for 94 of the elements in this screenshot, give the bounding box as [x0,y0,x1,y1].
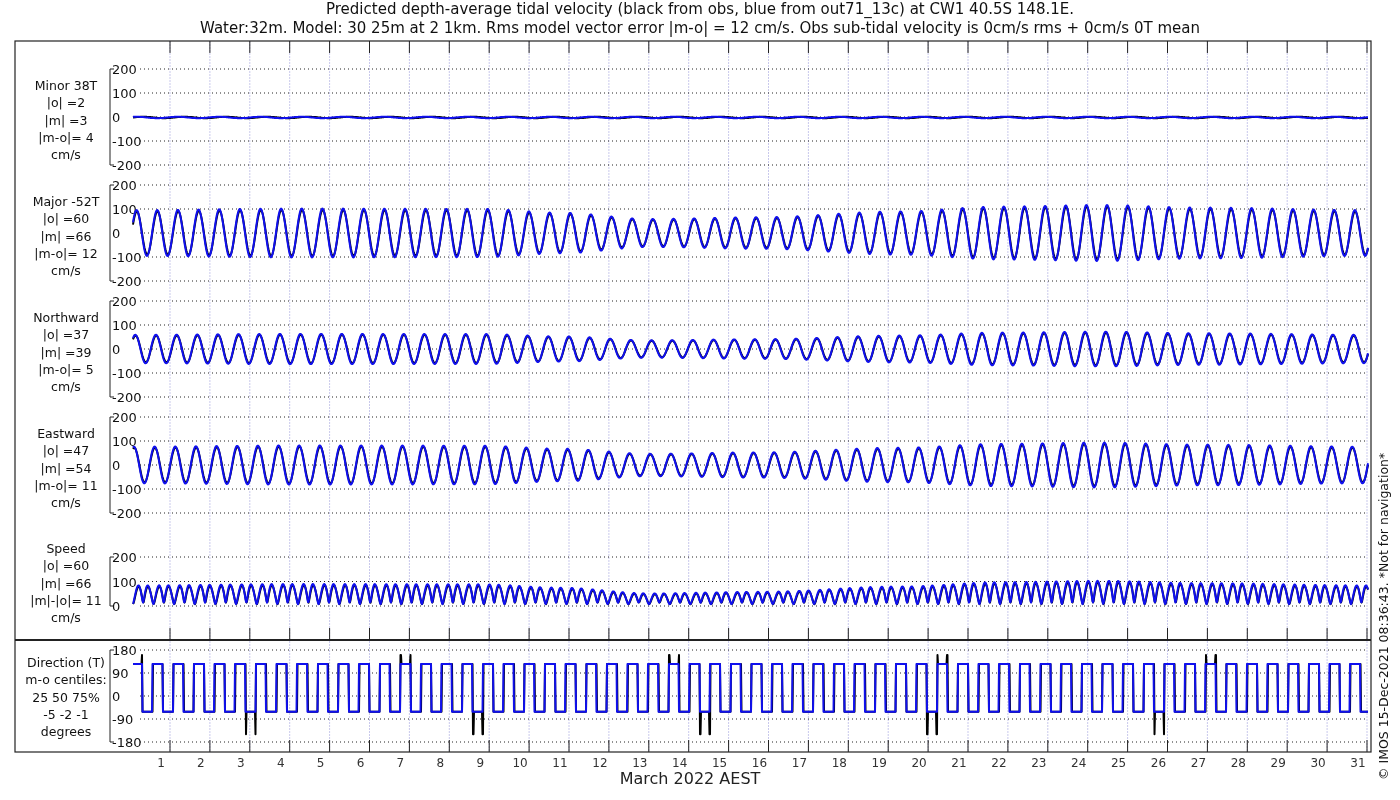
panel-stat: |m| =3 [44,112,88,128]
axis-tick-label: 3 [237,756,245,770]
axis-tick-label: -200 [112,506,142,521]
axis-tick-label: 200 [112,178,137,193]
y-axis [109,556,115,607]
panel-stat: -5 -2 -1 [43,706,89,722]
axis-tick-label: 100 [112,318,137,333]
panel-title: Minor 38T [34,78,98,93]
panel-stat: cm/s [51,263,81,279]
axis-tick-label: 30 [1310,756,1326,770]
axis-tick-label: 100 [112,202,137,217]
axis-tick-label: 13 [632,756,648,770]
axis-tick-label: 90 [112,666,129,681]
axis-tick-label: 14 [672,756,688,770]
panel-stat: cm/s [51,610,81,626]
axis-tick-label: 17 [791,756,808,770]
axis-tick-label: 6 [356,756,365,770]
axis-tick-label: 19 [871,756,887,770]
axis-tick-label: -100 [112,366,142,381]
axis-tick-label: 8 [436,756,445,770]
axis-tick-label: 5 [316,756,325,770]
axis-tick-label: 22 [991,756,1007,770]
axis-tick-label: 0 [112,110,121,125]
axis-tick-label: 29 [1270,756,1286,770]
axis-tick-label: 15 [711,756,728,770]
panel-stat: |m-o|= 12 [34,245,98,261]
panel-stat: cm/s [51,495,81,511]
panel-stat: |m| =66 [40,228,92,244]
axis-tick-label: 12 [592,756,608,770]
panel-stat: |o| =60 [42,211,90,227]
axis-tick-label: 25 [1110,756,1127,770]
panel-stat: m-o centiles: [25,672,107,688]
axis-tick-label: 4 [276,756,285,770]
copyright-note: © IMOS 15-Dec-2021 08:36:43. *Not for navigation* [1376,452,1391,780]
axis-tick-label: -90 [112,712,134,727]
panel-stat: degrees [40,724,92,740]
axis-tick-label: 27 [1190,756,1207,770]
panel-stat: |m| =66 [40,575,92,591]
panel-title: Major -52T [32,194,100,209]
axis-tick-label: 2 [197,756,205,770]
axis-tick-label: 26 [1150,756,1167,770]
panel-stat: |m-o|= 5 [38,361,94,377]
axis-tick-label: -100 [112,482,142,497]
axis-tick-label: 180 [112,643,137,658]
panel-title: Speed [46,541,86,556]
axis-tick-label: 20 [911,756,927,770]
axis-tick-label: 18 [831,756,847,770]
axis-tick-label: 1 [157,756,165,770]
axis-tick-label: 21 [951,756,967,770]
panel-stat: cm/s [51,147,81,163]
axis-tick-label: 200 [112,294,137,309]
axis-tick-label: 24 [1071,756,1087,770]
panel-title: Eastward [37,426,95,441]
axis-tick-label: 0 [112,458,121,473]
axis-tick-label: 16 [751,756,768,770]
axis-tick-label: 0 [112,342,121,357]
axis-tick-label: -200 [112,158,142,173]
axis-tick-label: 23 [1031,756,1047,770]
axis-tick-label: 31 [1350,756,1366,770]
panel-stat: |o| =47 [42,443,90,459]
axis-tick-label: 100 [112,574,137,590]
panel-stat: |m-o|= 4 [38,129,94,145]
panel-title: Direction (T) [27,655,105,670]
axis-tick-label: 200 [112,62,137,77]
axis-tick-label: 0 [112,599,121,614]
axis-tick-label: -100 [112,134,142,149]
axis-tick-label: -200 [112,274,142,289]
axis-tick-label: 100 [112,434,137,449]
axis-tick-label: 9 [476,756,484,770]
panel-stat: |m-o|= 11 [34,477,98,493]
panel-title: Northward [33,310,99,325]
axis-tick-label: 0 [112,689,121,704]
panel-stat: |o| =60 [42,558,90,574]
axis-tick-label: 11 [552,756,568,770]
panel-stat: |o| =2 [46,95,86,111]
panel-stat: cm/s [51,379,81,395]
panel-stat: |m| =39 [40,344,92,360]
chart-title: Predicted depth-average tidal velocity (black from obs, blue from out71_13c) at CW1 40.5S 148.1E. [326,0,1074,18]
chart-subtitle: Water:32m. Model: 30 25m at 2 1km. Rms model vector error |m-o| = 12 cm/s. Obs sub-tidal velocity is 0cm/s rms + 0cm/s 0T mean [200,19,1200,37]
axis-tick-label: 200 [112,550,137,565]
panel-stat: |m|-|o|= 11 [30,592,102,608]
axis-tick-label: 100 [112,86,137,101]
panel-stat: |m| =54 [40,460,92,476]
axis-tick-label: 200 [112,410,137,425]
axis-tick-label: 10 [512,756,528,770]
axis-tick-label: 7 [396,756,405,770]
axis-tick-label: 28 [1230,756,1246,770]
x-axis-title: March 2022 AEST [619,769,761,788]
panel-stat: |o| =37 [42,327,90,343]
panel-stat: 25 50 75% [32,689,100,705]
axis-tick-label: -180 [112,735,142,750]
axis-tick-label: -200 [112,390,142,405]
axis-tick-label: 0 [112,226,121,241]
axis-tick-label: -100 [112,250,142,265]
